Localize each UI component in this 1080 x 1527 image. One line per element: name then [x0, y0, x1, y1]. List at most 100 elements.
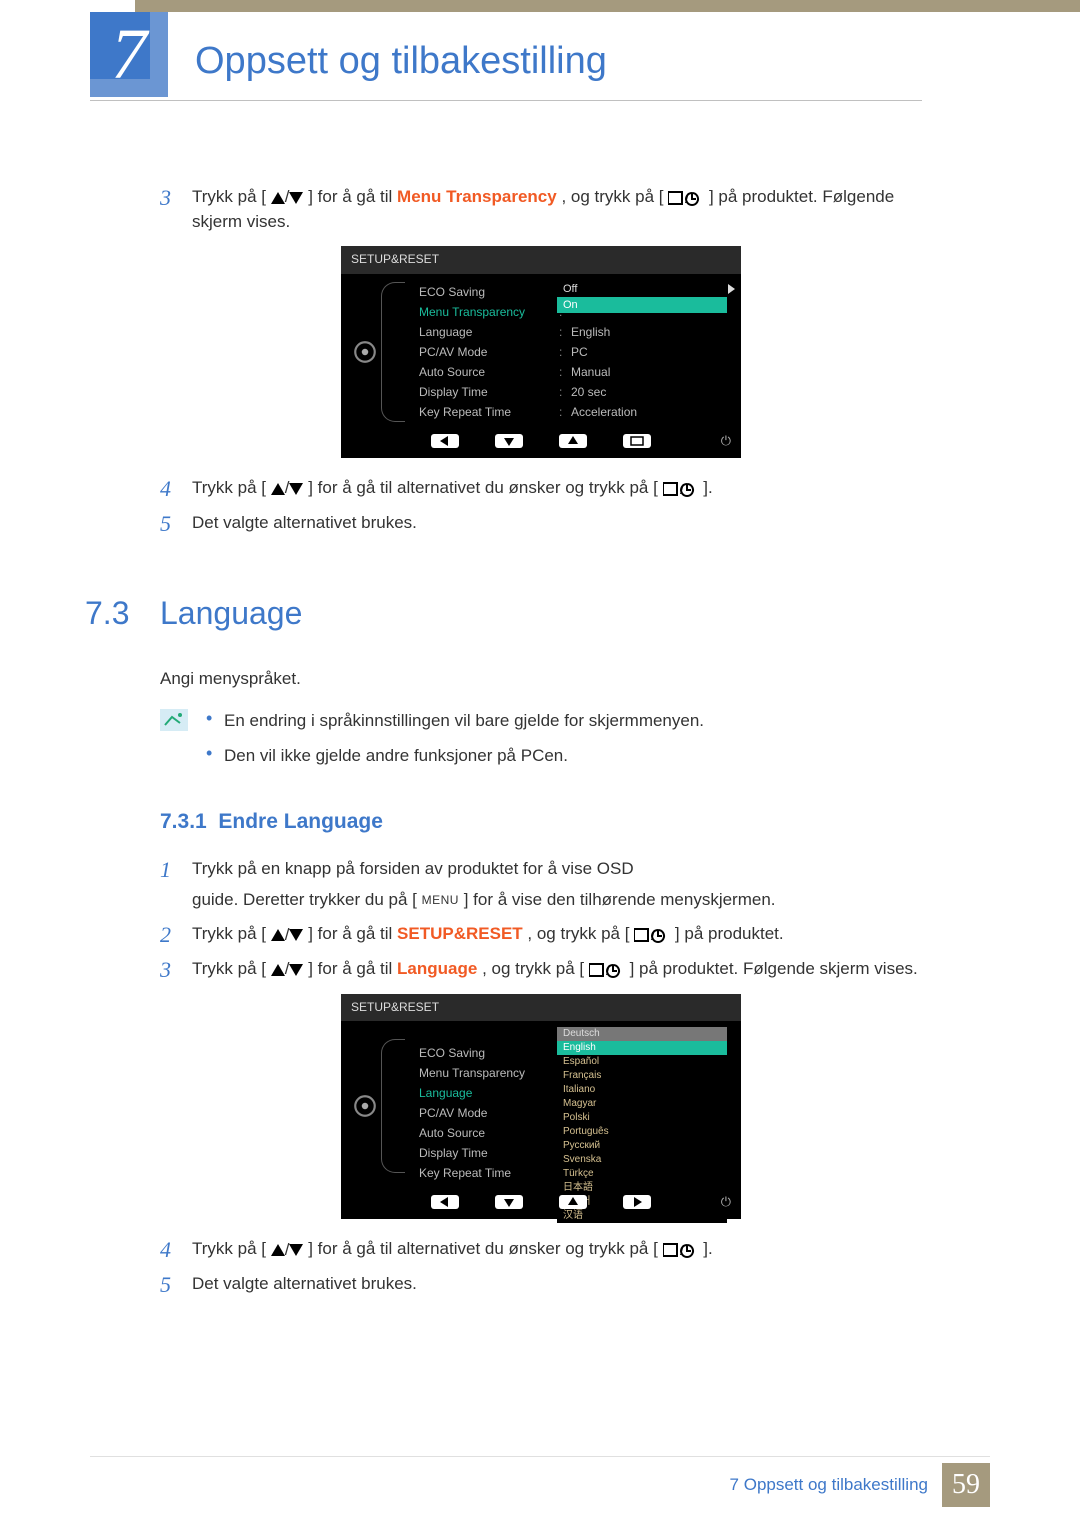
nav-up-icon: [559, 434, 587, 448]
chapter-badge: 7: [90, 12, 168, 97]
nav-right-icon: [623, 1195, 651, 1209]
step-number: 4: [160, 476, 192, 501]
osd-row: Key Repeat Time:Acceleration: [419, 402, 737, 422]
osd-value: Acceleration: [567, 402, 737, 422]
section-title: Language: [160, 595, 302, 631]
text: ] for å gå til alternativet du ønsker og…: [308, 478, 658, 497]
step-number: 2: [160, 922, 192, 947]
osd-label: Language: [419, 322, 559, 342]
step-1b: 1 Trykk på en knapp på forsiden av produ…: [160, 857, 922, 912]
step-number: 5: [160, 1272, 192, 1297]
text: , og trykk på [: [482, 959, 584, 978]
triangle-down-icon: [289, 1244, 303, 1256]
osd-value: 20 sec: [567, 382, 737, 402]
text: ] på produktet.: [675, 924, 784, 943]
osd-option: On: [557, 297, 727, 313]
triangle-up-icon: [271, 964, 285, 976]
top-stripe: [135, 0, 1080, 12]
note-item: En endring i språkinnstillingen vil bare…: [206, 709, 704, 734]
triangle-up-icon: [271, 192, 285, 204]
osd-language: SETUP&RESET ECO Saving:Menu Transparency…: [341, 994, 741, 1219]
footer: 7 Oppsett og tilbakestilling 59: [730, 1463, 990, 1507]
rect-enter-icon: /: [634, 923, 670, 948]
text: Trykk på [: [192, 478, 266, 497]
osd-bracket: [381, 1039, 405, 1173]
gear-icon: [351, 338, 379, 366]
text: ] for å gå til: [308, 924, 397, 943]
nav-down-icon: [495, 1195, 523, 1209]
osd-language-option: Русский: [557, 1139, 727, 1153]
nav-up-icon: [559, 1195, 587, 1209]
power-icon: ⏻: [721, 432, 731, 451]
step-2b: 2 Trykk på [ / ] for å gå til SETUP&RESE…: [160, 922, 922, 947]
osd-language-option: Deutsch: [557, 1027, 727, 1041]
step-4b: 4 Trykk på [ / ] for å gå til alternativ…: [160, 1237, 922, 1262]
osd-language-option: Français: [557, 1069, 727, 1083]
osd-label: PC/AV Mode: [419, 342, 559, 362]
osd-label: Display Time: [419, 382, 559, 402]
text: ] for å gå til alternativet du ønsker og…: [308, 1239, 658, 1258]
triangle-down-icon: [289, 483, 303, 495]
osd-row: Display Time:20 sec: [419, 382, 737, 402]
step-body: Trykk på en knapp på forsiden av produkt…: [192, 857, 922, 912]
section-intro: Angi menyspråket.: [160, 667, 922, 692]
osd-option: Off: [557, 281, 727, 297]
highlight-setup-reset: SETUP&RESET: [397, 924, 523, 943]
rect-enter-icon: /: [663, 476, 699, 501]
osd-language-option: Español: [557, 1055, 727, 1069]
title-rule: [90, 100, 922, 101]
rect-enter-icon: /: [589, 957, 625, 982]
step-number: 5: [160, 511, 192, 536]
osd-colon: :: [559, 362, 567, 382]
gear-icon: [351, 1092, 379, 1120]
osd-row: Language:English: [419, 322, 737, 342]
text: , og trykk på [: [527, 924, 629, 943]
osd-language-option: English: [557, 1041, 727, 1055]
power-icon: ⏻: [721, 1193, 731, 1212]
osd-title: SETUP&RESET: [341, 994, 741, 1021]
step-number: 4: [160, 1237, 192, 1262]
note-icon: [160, 709, 190, 733]
subhead-title: Endre Language: [218, 810, 383, 833]
rect-enter-icon: /: [668, 185, 704, 210]
triangle-down-icon: [289, 929, 303, 941]
text: guide. Deretter trykker du på [: [192, 890, 417, 909]
subhead-number: 7.3.1: [160, 810, 207, 833]
step-body: Trykk på [ / ] for å gå til SETUP&RESET …: [192, 922, 922, 947]
osd-dropdown: OffOn: [557, 281, 727, 313]
text: Trykk på [: [192, 187, 266, 206]
osd-menu-transparency: SETUP&RESET ECO Saving:Menu Transparency…: [341, 246, 741, 457]
note-box: En endring i språkinnstillingen vil bare…: [160, 709, 922, 778]
up-down-icon: /: [271, 476, 304, 501]
osd-label: Language: [419, 1083, 559, 1103]
osd-label: Key Repeat Time: [419, 1163, 559, 1183]
osd-language-option: Italiano: [557, 1083, 727, 1097]
highlight-menu-transparency: Menu Transparency: [397, 187, 557, 206]
triangle-up-icon: [271, 1244, 285, 1256]
text: ] for å gå til: [308, 959, 397, 978]
osd-label: Display Time: [419, 1143, 559, 1163]
osd-label: Menu Transparency: [419, 1063, 559, 1083]
osd-row: PC/AV Mode:PC: [419, 342, 737, 362]
nav-left-icon: [431, 434, 459, 448]
up-down-icon: /: [271, 923, 304, 948]
triangle-down-icon: [289, 192, 303, 204]
osd-label: PC/AV Mode: [419, 1103, 559, 1123]
section-heading-7-3: 7.3Language: [85, 590, 922, 636]
osd-label: Auto Source: [419, 1123, 559, 1143]
step-body: Trykk på [ / ] for å gå til alternativet…: [192, 476, 922, 501]
osd-label: Auto Source: [419, 362, 559, 382]
osd-nav-bar: ⏻: [341, 430, 741, 454]
menu-label: MENU: [422, 892, 459, 909]
text: ] for å gå til: [308, 187, 397, 206]
nav-left-icon: [431, 1195, 459, 1209]
text: ] for å vise den tilhørende menyskjermen…: [464, 890, 776, 909]
nav-enter-icon: [623, 434, 651, 448]
osd-language-option: Polski: [557, 1111, 727, 1125]
osd-language-option: Português: [557, 1125, 727, 1139]
osd-value: PC: [567, 342, 737, 362]
osd-nav-bar: ⏻: [341, 1191, 741, 1215]
osd-colon: :: [559, 382, 567, 402]
step-body: Trykk på [ / ] for å gå til alternativet…: [192, 1237, 922, 1262]
step-number: 1: [160, 857, 192, 912]
